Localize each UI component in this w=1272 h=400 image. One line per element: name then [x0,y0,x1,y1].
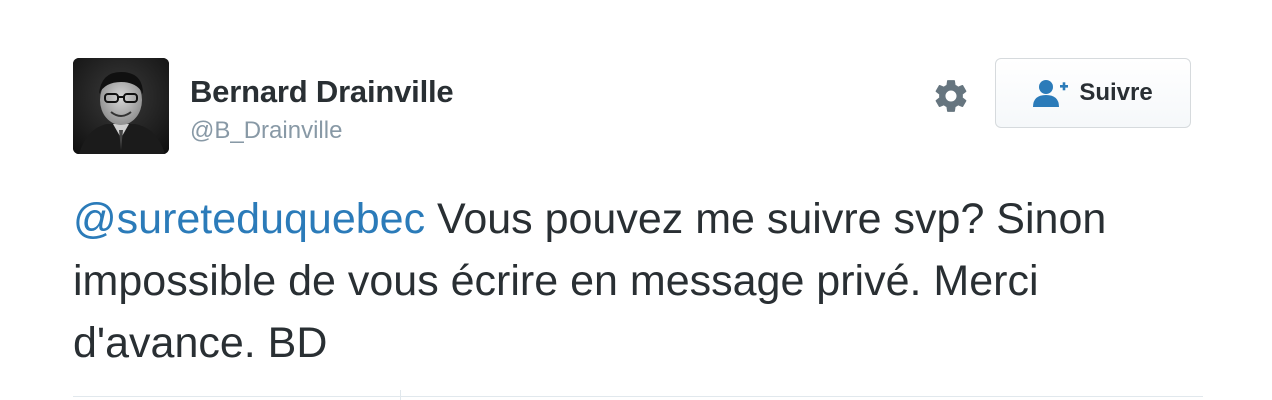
divider-tick [400,390,401,400]
person-plus-icon [1033,78,1069,108]
follow-button-label: Suivre [1079,79,1153,106]
mention-link[interactable]: @sureteduquebec [73,195,425,243]
gear-icon[interactable] [932,77,970,115]
tweet-card: Bernard Drainville @B_Drainville Suivre … [0,0,1272,400]
user-full-name[interactable]: Bernard Drainville [190,74,454,110]
tweet-text: @sureteduquebec Vous pouvez me suivre sv… [73,188,1203,374]
profile-photo-image [73,58,169,154]
follow-button[interactable]: Suivre [995,58,1191,128]
divider [73,396,1203,397]
avatar[interactable] [73,58,169,154]
user-screen-name[interactable]: @B_Drainville [190,117,342,145]
